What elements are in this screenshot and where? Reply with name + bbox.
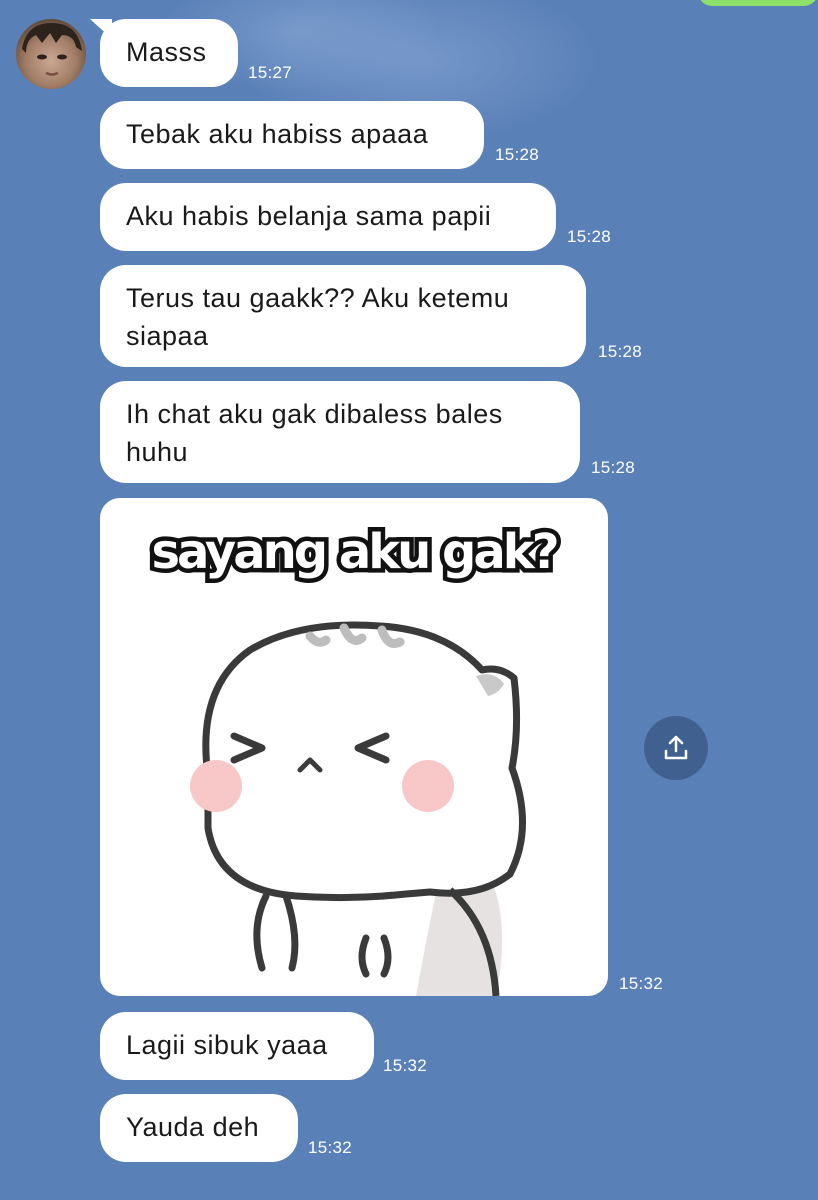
message-bubble[interactable]: Yauda deh — [100, 1094, 298, 1162]
message-time: 15:28 — [495, 145, 540, 164]
share-upload-icon — [664, 735, 688, 760]
message-text: Tebak aku habiss apaaa — [126, 119, 429, 149]
message-text: Masss — [126, 37, 207, 67]
contact-avatar[interactable] — [16, 19, 86, 89]
message-text: Lagii sibuk yaaa — [126, 1030, 328, 1060]
message-bubble[interactable]: Ih chat aku gak dibaless bales huhu — [100, 381, 580, 483]
message-time: 15:32 — [383, 1056, 428, 1075]
message-bubble[interactable]: Tebak aku habiss apaaa — [100, 101, 484, 169]
message-text: Ih chat aku gak dibaless bales huhu — [126, 399, 503, 467]
message-bubble[interactable]: Aku habis belanja sama papii — [100, 183, 556, 251]
message-time: 15:32 — [308, 1138, 353, 1157]
message-time: 15:28 — [598, 342, 643, 361]
message-bubble[interactable]: Masss — [100, 19, 238, 87]
share-button[interactable] — [644, 716, 708, 780]
message-text: Yauda deh — [126, 1112, 260, 1142]
message-text: Terus tau gaakk?? Aku ketemu siapaa — [126, 283, 510, 351]
message-time: 15:32 — [619, 974, 664, 993]
message-bubble[interactable]: Terus tau gaakk?? Aku ketemu siapaa — [100, 265, 586, 367]
message-bubble[interactable]: Lagii sibuk yaaa — [100, 1012, 374, 1080]
message-time: 15:27 — [248, 63, 293, 82]
sticker-caption: sayang aku gak? — [147, 520, 564, 585]
sticker-message[interactable]: sayang aku gak? — [100, 498, 608, 996]
sent-message-bubble-edge — [698, 0, 818, 6]
message-time: 15:28 — [591, 458, 636, 477]
message-time: 15:28 — [567, 227, 612, 246]
message-text: Aku habis belanja sama papii — [126, 201, 492, 231]
